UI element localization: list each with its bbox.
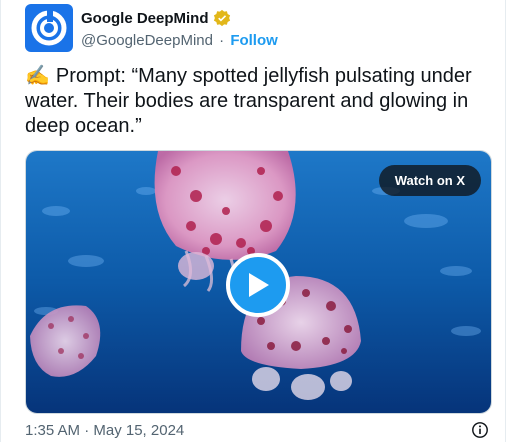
avatar[interactable] xyxy=(25,4,73,52)
deepmind-logo-icon xyxy=(31,10,67,46)
video-player[interactable]: Watch on X xyxy=(25,150,492,414)
play-icon xyxy=(249,273,269,297)
post-text: ✍️ Prompt: “Many spotted jellyfish pulsat… xyxy=(25,64,495,139)
separator-dot: · xyxy=(219,32,225,49)
follow-button[interactable]: Follow xyxy=(230,32,278,49)
handle-row: @GoogleDeepMind · Follow xyxy=(81,32,278,49)
play-button[interactable] xyxy=(226,253,290,317)
post-timestamp[interactable]: 1:35 AM · May 15, 2024 xyxy=(25,422,184,439)
verified-gold-badge-icon[interactable] xyxy=(213,9,231,27)
tweet-card: Google DeepMind @GoogleDeepMind · Follow… xyxy=(0,0,506,442)
author-handle[interactable]: @GoogleDeepMind xyxy=(81,32,213,49)
info-icon[interactable] xyxy=(471,421,489,439)
watch-on-x-button[interactable]: Watch on X xyxy=(378,165,481,196)
writing-hand-emoji: ✍️ xyxy=(25,65,50,87)
author-name[interactable]: Google DeepMind xyxy=(81,10,209,27)
post-text-content: Prompt: “Many spotted jellyfish pulsatin… xyxy=(25,65,472,137)
